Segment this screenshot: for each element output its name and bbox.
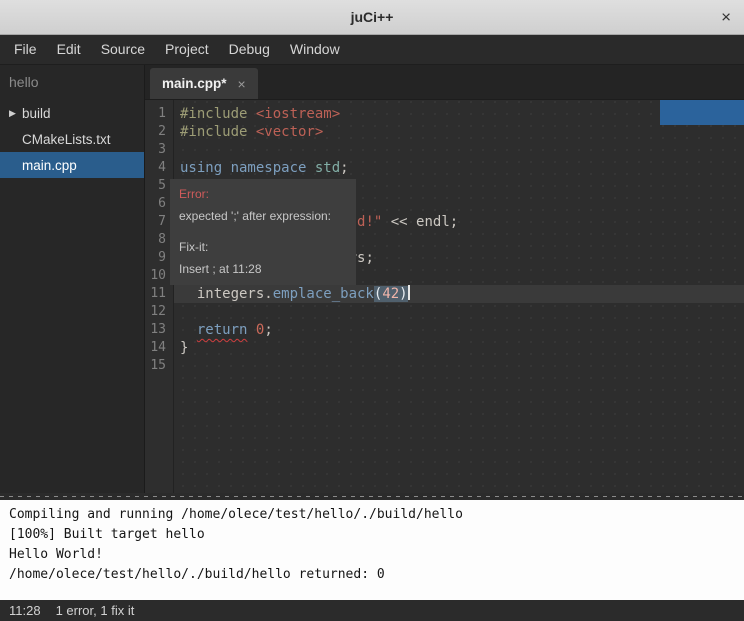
output-panel[interactable]: Compiling and running /home/olece/test/h… <box>0 500 744 600</box>
menu-item-source[interactable]: Source <box>91 35 155 64</box>
tooltip-fixit-message: Insert ; at 11:28 <box>179 262 347 276</box>
line-number: 1 <box>145 105 166 123</box>
line-number: 15 <box>145 357 166 375</box>
line-number: 14 <box>145 339 166 357</box>
code-line-4[interactable]: using namespace std; <box>174 159 744 177</box>
code-editor[interactable]: 123456789101112131415 #include <iostream… <box>145 100 744 493</box>
line-number: 10 <box>145 267 166 285</box>
menu-item-project[interactable]: Project <box>155 35 219 64</box>
file-tree-sidebar: hello ▶build CMakeLists.txt main.cpp <box>0 65 145 493</box>
code-segment <box>306 160 314 176</box>
text-cursor <box>408 285 410 300</box>
tooltip-error-title: Error: <box>179 187 347 201</box>
editor-pane: main.cpp* × 123456789101112131415 #inclu… <box>145 65 744 493</box>
gutter: 123456789101112131415 <box>145 100 174 493</box>
cursor-position: 11:28 <box>9 603 41 618</box>
line-number: 3 <box>145 141 166 159</box>
expander-arrow-icon[interactable]: ▶ <box>9 108 22 119</box>
menu-item-file[interactable]: File <box>4 35 47 64</box>
output-line: Compiling and running /home/olece/test/h… <box>9 505 735 525</box>
line-number: 5 <box>145 177 166 195</box>
line-number: 4 <box>145 159 166 177</box>
code-line-14[interactable]: } <box>174 339 744 357</box>
code-segment: ) <box>399 286 407 302</box>
tooltip-error-message: expected ';' after expression: <box>179 209 347 223</box>
code-segment: return <box>197 322 248 338</box>
line-number: 12 <box>145 303 166 321</box>
window-title: juCi++ <box>351 9 394 25</box>
statusbar: 11:28 1 error, 1 fix it <box>0 600 744 621</box>
diagnostic-tooltip: Error: expected ';' after expression: Fi… <box>170 179 356 285</box>
code-segment <box>247 322 255 338</box>
file-tree: ▶build CMakeLists.txt main.cpp <box>0 100 144 178</box>
line-number: 2 <box>145 123 166 141</box>
code-segment: integers. <box>180 286 273 302</box>
code-segment: } <box>180 340 188 356</box>
code-segment: using namespace <box>180 160 306 176</box>
code-line-1[interactable]: #include <iostream> <box>174 105 744 123</box>
tab-close-icon[interactable]: × <box>238 76 246 92</box>
code-segment: #include <box>180 106 256 122</box>
output-line: /home/olece/test/hello/./build/hello ret… <box>9 565 735 585</box>
tree-item-build[interactable]: ▶build <box>0 100 144 126</box>
code-line-3[interactable] <box>174 141 744 159</box>
code-lines: #include <iostream>#include <vector> usin… <box>174 100 744 493</box>
code-segment: emplace_back <box>273 286 374 302</box>
line-number: 11 <box>145 285 166 303</box>
tree-item-label: main.cpp <box>22 158 77 173</box>
line-number: 7 <box>145 213 166 231</box>
scrollbar-thumb[interactable] <box>660 100 744 125</box>
line-number: 13 <box>145 321 166 339</box>
tooltip-fixit-title: Fix-it: <box>179 240 347 254</box>
code-line-2[interactable]: #include <vector> <box>174 123 744 141</box>
tree-item-main-cpp[interactable]: main.cpp <box>0 152 144 178</box>
app-window: juCi++ × FileEditSourceProjectDebugWindo… <box>0 0 744 621</box>
code-segment: <iostream> <box>256 106 340 122</box>
tabbar: main.cpp* × <box>145 65 744 100</box>
code-segment: <vector> <box>256 124 323 140</box>
code-line-13[interactable]: return 0; <box>174 321 744 339</box>
output-line: Hello World! <box>9 545 735 565</box>
code-segment: 42 <box>382 286 399 302</box>
code-line-11[interactable]: integers.emplace_back(42) <box>174 285 744 303</box>
code-segment: ; <box>264 322 272 338</box>
line-number: 6 <box>145 195 166 213</box>
menu-item-edit[interactable]: Edit <box>47 35 91 64</box>
titlebar[interactable]: juCi++ × <box>0 0 744 35</box>
tab-main-cpp[interactable]: main.cpp* × <box>150 68 258 99</box>
tree-item-cmakelists-txt[interactable]: CMakeLists.txt <box>0 126 144 152</box>
tree-item-label: build <box>22 106 51 121</box>
menubar: FileEditSourceProjectDebugWindow <box>0 35 744 65</box>
tree-item-label: CMakeLists.txt <box>22 132 111 147</box>
code-segment: ; <box>340 160 348 176</box>
main-area: hello ▶build CMakeLists.txt main.cpp main.… <box>0 65 744 493</box>
line-number: 8 <box>145 231 166 249</box>
code-segment: << endl; <box>382 214 458 230</box>
pane-resize-handle[interactable] <box>0 493 744 500</box>
code-line-12[interactable] <box>174 303 744 321</box>
tab-label: main.cpp* <box>162 76 227 91</box>
code-segment: #include <box>180 124 256 140</box>
menu-item-window[interactable]: Window <box>280 35 350 64</box>
menu-item-debug[interactable]: Debug <box>219 35 280 64</box>
project-root-label: hello <box>0 65 144 100</box>
window-close-icon[interactable]: × <box>721 9 731 26</box>
line-number: 9 <box>145 249 166 267</box>
diagnostics-summary[interactable]: 1 error, 1 fix it <box>56 603 135 618</box>
output-line: [100%] Built target hello <box>9 525 735 545</box>
code-segment: std <box>315 160 340 176</box>
code-segment <box>180 322 197 338</box>
code-line-15[interactable] <box>174 357 744 375</box>
